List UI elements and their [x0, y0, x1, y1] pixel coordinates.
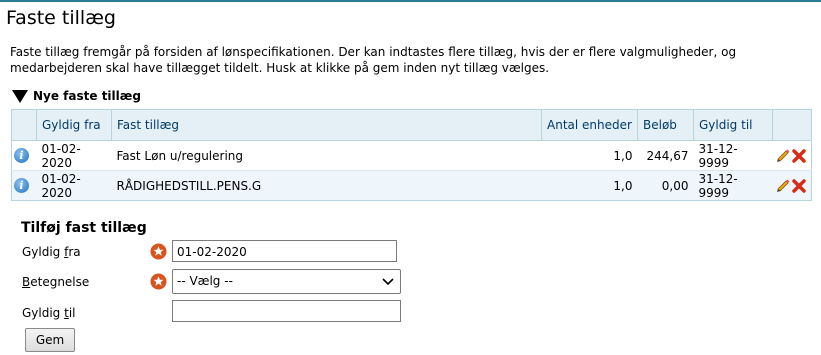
- info-icon[interactable]: i: [14, 178, 29, 193]
- allowances-table: Gyldig fra Fast tillæg Antal enheder Bel…: [11, 109, 812, 201]
- section-toggle[interactable]: Nye faste tillæg: [12, 89, 141, 103]
- betegnelse-selected-value: -- Vælg --: [177, 274, 233, 288]
- col-header-to[interactable]: Gyldig til: [693, 109, 773, 141]
- betegnelse-select[interactable]: -- Vælg --: [172, 269, 401, 294]
- table-row: i 01-02-2020 Fast Løn u/regulering 1,0 2…: [11, 140, 812, 171]
- gyldig-til-input[interactable]: [172, 300, 401, 322]
- form-title: Tilføj fast tillæg: [21, 220, 147, 236]
- save-button[interactable]: Gem: [25, 328, 75, 352]
- col-header-units[interactable]: Antal enheder: [541, 109, 638, 141]
- cell-to: 31-12-9999: [693, 170, 773, 201]
- red-x-icon[interactable]: [791, 178, 807, 194]
- header-actions: [772, 109, 812, 141]
- header-spacer: [11, 109, 37, 141]
- required-star-icon: [150, 243, 167, 260]
- required-star-icon: [150, 273, 167, 290]
- cell-units: 1,0: [541, 140, 638, 171]
- col-header-name[interactable]: Fast tillæg: [111, 109, 542, 141]
- section-title: Nye faste tillæg: [33, 89, 141, 103]
- cell-to: 31-12-9999: [693, 140, 773, 171]
- chevron-down-icon: [382, 278, 394, 286]
- cell-units: 1,0: [541, 170, 638, 201]
- col-header-from[interactable]: Gyldig fra: [36, 109, 112, 141]
- intro-text: Faste tillæg fremgår på forsiden af løns…: [10, 44, 810, 76]
- gyldig-fra-input[interactable]: 01-02-2020: [172, 240, 397, 262]
- label-betegnelse: Betegnelse: [22, 275, 90, 289]
- pencil-icon[interactable]: [775, 148, 791, 164]
- table-row: i 01-02-2020 RÅDIGHEDSTILL.PENS.G 1,0 0,…: [11, 170, 812, 201]
- page-title: Faste tillæg: [6, 7, 116, 29]
- red-x-icon[interactable]: [791, 148, 807, 164]
- cell-from: 01-02-2020: [36, 140, 112, 171]
- label-gyldig-fra: Gyldig fra: [22, 245, 81, 259]
- collapse-triangle-icon: [12, 89, 28, 103]
- cell-name: RÅDIGHEDSTILL.PENS.G: [111, 170, 542, 201]
- cell-amount: 0,00: [637, 170, 694, 201]
- intro-line-1: Faste tillæg fremgår på forsiden af løns…: [10, 45, 737, 59]
- pencil-icon[interactable]: [775, 178, 791, 194]
- col-header-amount[interactable]: Beløb: [637, 109, 694, 141]
- intro-line-2: medarbejderen skal have tillægget tildel…: [10, 61, 550, 75]
- table-header-row: Gyldig fra Fast tillæg Antal enheder Bel…: [11, 109, 812, 141]
- cell-from: 01-02-2020: [36, 170, 112, 201]
- top-border: [0, 0, 821, 2]
- cell-name: Fast Løn u/regulering: [111, 140, 542, 171]
- label-gyldig-til: Gyldig til: [22, 306, 76, 320]
- cell-amount: 244,67: [637, 140, 694, 171]
- info-icon[interactable]: i: [14, 148, 29, 163]
